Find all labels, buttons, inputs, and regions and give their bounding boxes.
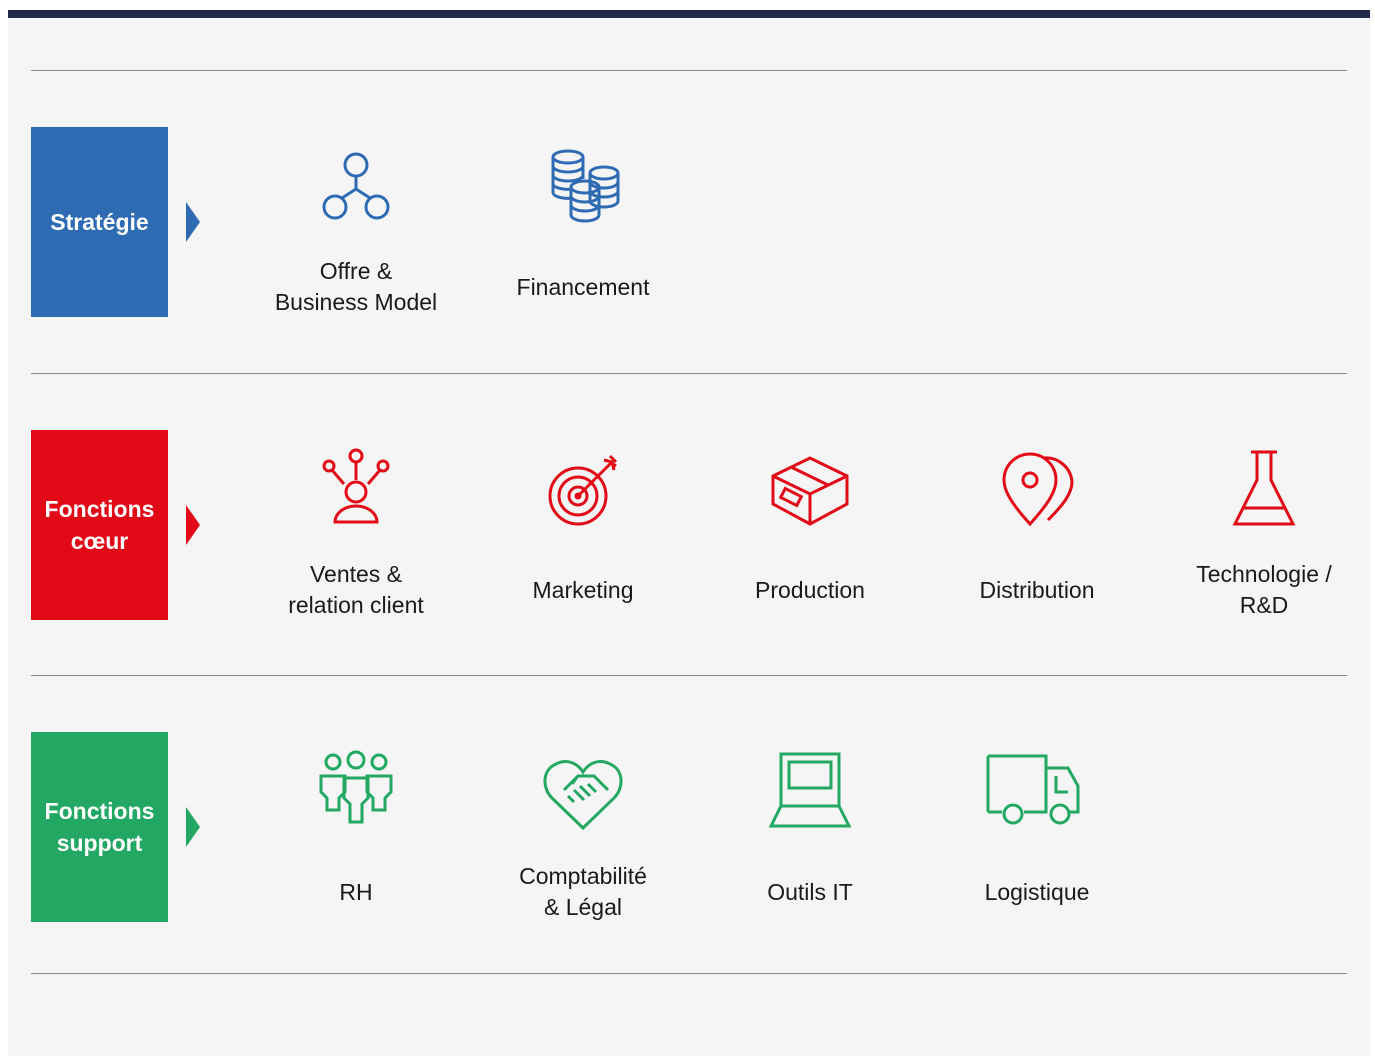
divider-line xyxy=(31,675,1347,676)
chevron-right-icon xyxy=(186,505,200,545)
item-label: Outils IT xyxy=(767,878,853,905)
divider-line xyxy=(31,373,1347,374)
item-comptabilite-legal: Comptabilité & Légal xyxy=(483,732,683,922)
divider-line xyxy=(31,70,1347,71)
item-label: Comptabilité xyxy=(519,863,647,889)
item-label: Marketing xyxy=(532,576,634,603)
item-label: relation client xyxy=(288,592,424,618)
item-financement: Financement xyxy=(483,127,683,317)
target-arrow-icon xyxy=(548,454,618,526)
item-label: Logistique xyxy=(984,878,1090,905)
map-pins-icon xyxy=(1002,452,1074,527)
page: Stratégie Offre & Business Model Financem… xyxy=(8,10,1370,1056)
item-logistique: Logistique xyxy=(937,732,1137,922)
item-label: Business Model xyxy=(274,289,438,315)
item-label: Technologie / xyxy=(1196,561,1332,587)
category-label: support xyxy=(56,830,143,856)
item-label: Financement xyxy=(516,273,650,300)
category-strategie: Stratégie xyxy=(31,127,168,317)
item-label: & Légal xyxy=(543,894,622,920)
item-label: R&D xyxy=(1239,592,1289,618)
item-label: Offre & xyxy=(319,258,393,284)
team-icon xyxy=(319,750,393,824)
network-nodes-icon xyxy=(322,152,390,220)
item-label: Production xyxy=(755,576,865,603)
box-icon xyxy=(771,456,849,526)
handshake-heart-icon xyxy=(543,760,623,831)
category-label: cœur xyxy=(70,528,129,554)
item-label: RH xyxy=(339,878,373,905)
chevron-right-icon xyxy=(186,202,200,242)
item-technologie-rd: Technologie / R&D xyxy=(1164,430,1364,620)
customer-network-icon xyxy=(322,448,390,524)
divider-line xyxy=(31,973,1347,974)
laptop-icon xyxy=(768,752,852,828)
item-outils-it: Outils IT xyxy=(710,732,910,922)
flask-icon xyxy=(1232,450,1296,526)
item-distribution: Distribution xyxy=(937,430,1137,620)
category-fonctions-coeur: Fonctions cœur xyxy=(31,430,168,620)
item-offre-business-model: Offre & Business Model xyxy=(256,127,456,317)
coin-stacks-icon xyxy=(551,149,620,223)
item-rh: RH xyxy=(256,732,456,922)
item-ventes-relation-client: Ventes & relation client xyxy=(256,430,456,620)
truck-icon xyxy=(986,754,1080,825)
category-label: Fonctions xyxy=(44,496,155,522)
item-production: Production xyxy=(710,430,910,620)
chevron-right-icon xyxy=(186,807,200,847)
category-label: Fonctions xyxy=(44,798,155,824)
item-marketing: Marketing xyxy=(483,430,683,620)
item-label: Distribution xyxy=(979,576,1095,603)
item-label: Ventes & xyxy=(309,561,403,587)
category-label: Stratégie xyxy=(50,209,149,235)
category-fonctions-support: Fonctions support xyxy=(31,732,168,922)
